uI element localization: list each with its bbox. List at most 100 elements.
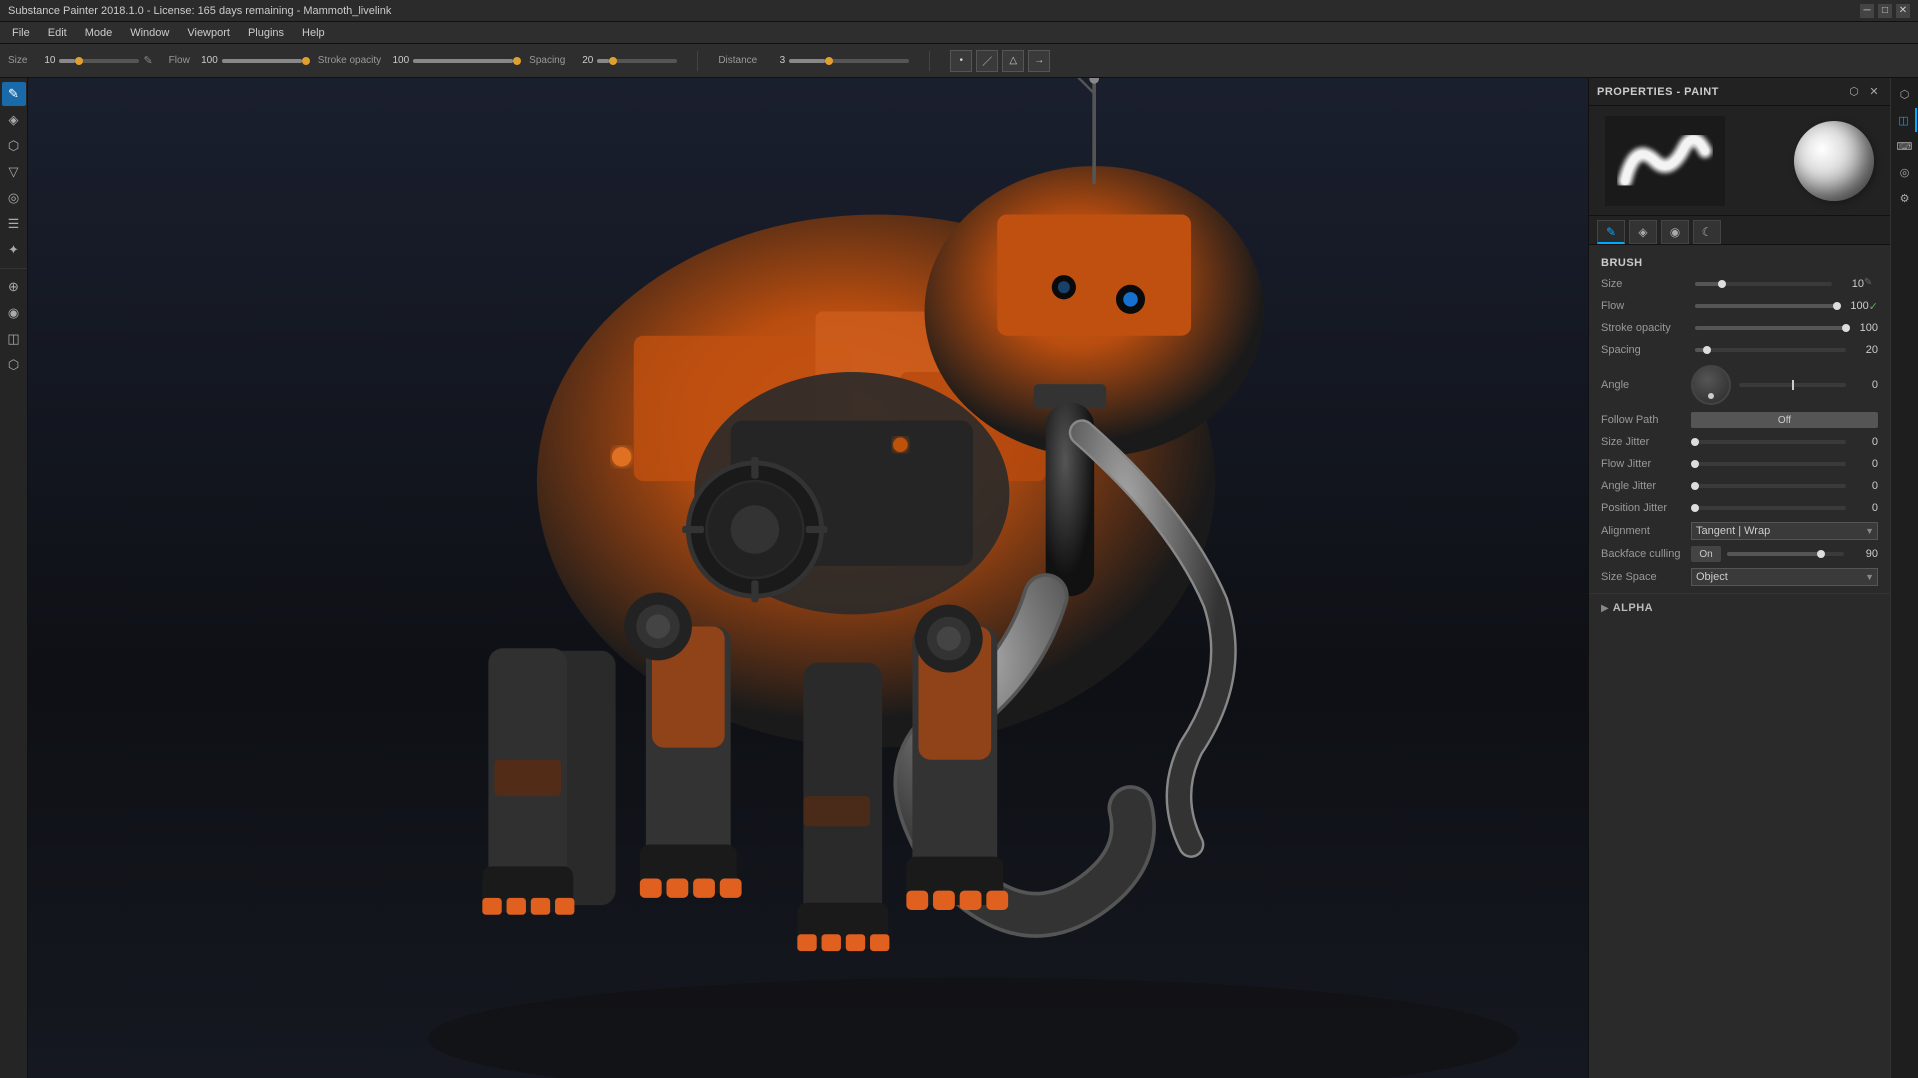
flow-jitter-slider[interactable] [1691,462,1850,466]
maximize-button[interactable]: □ [1878,4,1892,18]
size-space-dropdown-wrap: Object World Screen ▼ [1691,568,1878,586]
distance-value: 3 [761,55,785,66]
size-slider[interactable] [59,59,139,63]
backface-culling-prop-row: Backface culling On 90 [1589,543,1890,565]
brush-tab-stencil[interactable]: ◉ [1661,220,1689,244]
position-jitter-slider[interactable] [1691,506,1850,510]
backface-culling-toggle[interactable]: On [1691,546,1721,562]
right-icon-strip: ⬡ ◫ ⌨ ◎ ⚙ [1890,78,1918,1078]
flow-prop-slider[interactable] [1691,304,1841,308]
angle-slider[interactable] [1739,383,1846,387]
menu-help[interactable]: Help [294,25,333,41]
position-jitter-value: 0 [1850,502,1878,514]
minimize-button[interactable]: ─ [1860,4,1874,18]
backface-culling-label: Backface culling [1601,548,1691,560]
size-prop-row: Size 10 ✎ [1589,273,1890,295]
stroke-opacity-prop-label: Stroke opacity [1601,322,1691,334]
size-prop-slider[interactable] [1691,282,1836,286]
spacing-prop-value: 20 [1850,344,1878,356]
alignment-label: Alignment [1601,525,1691,537]
size-value: 10 [31,55,55,66]
bake-tool-btn[interactable]: ⬡ [2,353,26,377]
alpha-section-header[interactable]: ▶ ALPHA [1589,598,1890,618]
angle-jitter-slider[interactable] [1691,484,1850,488]
menu-viewport[interactable]: Viewport [179,25,238,41]
stroke-fill-icon[interactable]: △ [1002,50,1024,72]
spacing-slider[interactable] [597,59,677,63]
alpha-divider [1589,593,1890,594]
flow-slider[interactable] [222,59,302,63]
flow-jitter-prop-row: Flow Jitter 0 [1589,453,1890,475]
stroke-line-icon[interactable]: ／ [976,50,998,72]
props-expand-btn[interactable]: ⬡ [1846,84,1862,100]
angle-knob[interactable] [1691,365,1731,405]
stroke-drag-icon[interactable]: → [1028,50,1050,72]
angle-prop-value: 0 [1854,379,1878,391]
projection-tool-btn[interactable]: ⬡ [2,134,26,158]
brush-tab-paint[interactable]: ✎ [1597,220,1625,244]
alignment-dropdown[interactable]: Tangent | Wrap World UV [1691,522,1878,540]
props-content: BRUSH Size 10 ✎ Flow [1589,245,1890,1078]
spacing-prop-row: Spacing 20 [1589,339,1890,361]
menu-edit[interactable]: Edit [40,25,75,41]
geometry-tool-btn[interactable]: ✦ [2,238,26,262]
stroke-icons: • ／ △ → [950,50,1050,72]
fill-tool-btn[interactable]: ▽ [2,160,26,184]
stroke-opacity-slider[interactable] [413,59,513,63]
angle-jitter-value: 0 [1850,480,1878,492]
menu-mode[interactable]: Mode [77,25,121,41]
toolbar: Size 10 ✎ Flow 100 Stroke opacity 100 Sp… [0,44,1918,78]
distance-slider[interactable] [789,59,909,63]
size-edit-icon[interactable]: ✎ [1864,277,1878,291]
flow-jitter-value: 0 [1850,458,1878,470]
follow-path-label: Follow Path [1601,414,1691,426]
spacing-group: Spacing 20 [529,55,677,66]
angle-jitter-prop-row: Angle Jitter 0 [1589,475,1890,497]
spacing-value: 20 [569,55,593,66]
menu-plugins[interactable]: Plugins [240,25,292,41]
close-button[interactable]: ✕ [1896,4,1910,18]
size-jitter-prop-row: Size Jitter 0 [1589,431,1890,453]
clone-tool-btn[interactable]: ☰ [2,212,26,236]
flow-group: Flow 100 [169,55,302,66]
menu-file[interactable]: File [4,25,38,41]
eraser-tool-btn[interactable]: ◈ [2,108,26,132]
menu-window[interactable]: Window [122,25,177,41]
right-icon-props[interactable]: ◫ [1893,108,1917,132]
stroke-opacity-prop-slider[interactable] [1691,326,1850,330]
flow-prop-row: Flow 100 ✓ [1589,295,1890,317]
backface-culling-slider[interactable] [1727,552,1844,556]
paint-tool-btn[interactable]: ✎ [2,82,26,106]
stroke-dot-icon[interactable]: • [950,50,972,72]
material-tool-btn[interactable]: ◉ [2,301,26,325]
main-layout: ✎ ◈ ⬡ ▽ ◎ ☰ ✦ ⊕ ◉ ◫ ⬡ [0,78,1918,1078]
smudge-tool-btn[interactable]: ◎ [2,186,26,210]
size-prop-value: 10 [1836,278,1864,290]
angle-prop-label: Angle [1601,379,1691,391]
spacing-prop-slider[interactable] [1691,348,1850,352]
right-icon-camera[interactable]: ◎ [1893,160,1917,184]
properties-panel: PROPERTIES - PAINT ⬡ ✕ [1588,78,1890,1078]
transform-tool-btn[interactable]: ⊕ [2,275,26,299]
size-jitter-slider[interactable] [1691,440,1850,444]
size-space-dropdown[interactable]: Object World Screen [1691,568,1878,586]
size-space-prop-row: Size Space Object World Screen ▼ [1589,565,1890,589]
layers-tool-btn[interactable]: ◫ [2,327,26,351]
flow-prop-value: 100 [1841,300,1869,312]
right-icon-settings[interactable]: ⚙ [1893,186,1917,210]
props-title: PROPERTIES - PAINT [1597,86,1719,98]
right-icon-textures[interactable]: ⌨ [1893,134,1917,158]
brush-preview [1605,116,1725,206]
right-icon-layers[interactable]: ⬡ [1893,82,1917,106]
brush-tab-lazy[interactable]: ☾ [1693,220,1721,244]
follow-path-toggle[interactable]: Off [1691,412,1878,428]
size-edit-icon[interactable]: ✎ [143,54,152,67]
menubar: File Edit Mode Window Viewport Plugins H… [0,22,1918,44]
size-group: Size 10 ✎ [8,54,153,67]
alpha-section-title: ALPHA [1613,602,1653,614]
brush-tab-material[interactable]: ◈ [1629,220,1657,244]
backface-culling-value: 90 [1850,548,1878,560]
angle-prop-row: Angle 0 [1589,361,1890,409]
props-close-btn[interactable]: ✕ [1866,84,1882,100]
angle-knob-wrap: 0 [1691,365,1878,405]
